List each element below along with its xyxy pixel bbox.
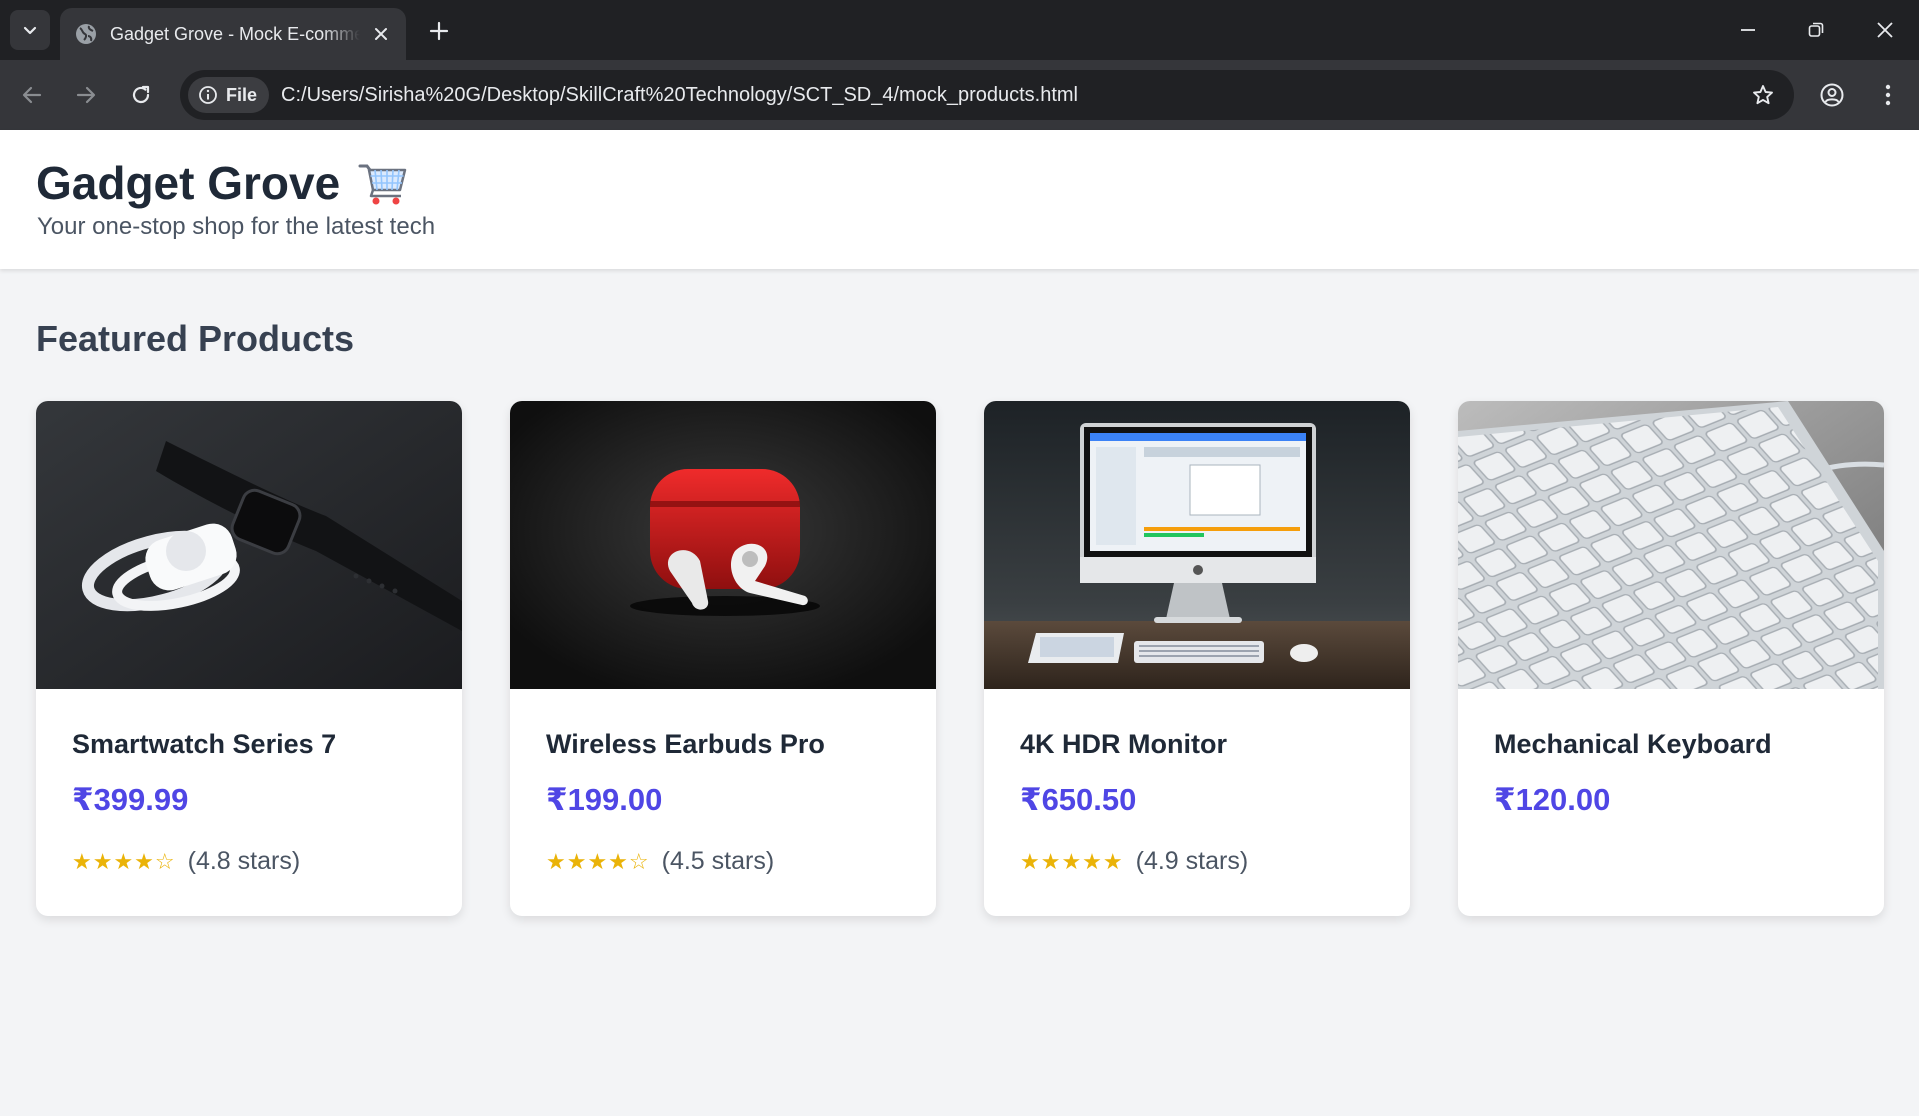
site-tagline: Your one-stop shop for the latest tech [37,213,436,240]
product-price: ₹650.50 [1020,782,1137,817]
browser-tab-bar: Gadget Grove - Mock E-commerce [0,0,1919,60]
smartwatch-photo [36,401,462,689]
site-title-text: Gadget Grove [36,157,341,209]
kebab-menu-icon [1885,84,1891,106]
rating-stars: ★★★★☆ [546,848,650,874]
chevron-down-icon [23,26,37,35]
new-tab-button[interactable] [424,16,454,46]
forward-arrow-icon [76,86,96,104]
restore-button[interactable] [1796,10,1836,50]
tab-search-button[interactable] [10,10,50,50]
minimize-icon [1741,29,1755,31]
tab-title: Gadget Grove - Mock E-commerce [110,23,360,44]
earbuds-photo [510,401,936,689]
site-header: Gadget Grove Your one-stop shop for the … [0,130,1919,269]
star-icon [1753,85,1773,105]
minimize-button[interactable] [1728,10,1768,50]
browser-toolbar: File C:/Users/Sirisha%20G/Desktop/SkillC… [0,60,1919,130]
product-rating: ★★★★☆ (4.8 stars) [72,847,300,876]
product-name: 4K HDR Monitor [1020,729,1227,759]
bookmark-button[interactable] [1746,78,1780,112]
profile-icon [1820,83,1844,107]
product-price: ₹199.00 [546,782,663,817]
product-price: ₹399.99 [72,782,189,817]
product-name: Mechanical Keyboard [1494,729,1772,759]
globe-icon [76,24,96,44]
rating-text: (4.8 stars) [187,847,301,875]
rating-text: (4.9 stars) [1135,847,1249,875]
product-card-earbuds[interactable]: Wireless Earbuds Pro ₹199.00 ★★★★☆ (4.5 … [510,401,936,916]
rating-text: (4.5 stars) [661,847,775,875]
browser-menu-button[interactable] [1870,77,1906,113]
reload-button[interactable] [123,77,159,113]
section-title: Featured Products [36,318,355,359]
address-bar[interactable]: File C:/Users/Sirisha%20G/Desktop/SkillC… [180,70,1794,120]
browser-tab-active[interactable]: Gadget Grove - Mock E-commerce [60,8,406,60]
url-text[interactable]: C:/Users/Sirisha%20G/Desktop/SkillCraft%… [281,84,1078,107]
info-icon [199,86,217,104]
product-card-monitor[interactable]: 4K HDR Monitor ₹650.50 ★★★★★ (4.9 stars) [984,401,1410,916]
rating-stars: ★★★★★ [1020,848,1124,874]
desktop-computer-photo [984,401,1410,689]
shopping-cart-icon [358,164,407,205]
product-price: ₹120.00 [1494,782,1611,817]
product-rating: ★★★★☆ (4.5 stars) [546,847,774,876]
site-title: Gadget Grove [36,156,408,210]
reload-icon [132,85,150,104]
product-name: Smartwatch Series 7 [72,729,337,759]
rating-stars: ★★★★☆ [72,848,176,874]
tab-close-button[interactable] [368,21,394,47]
site-chip-label: File [226,84,258,105]
profile-button[interactable] [1814,77,1850,113]
keyboard-photo [1458,401,1884,689]
close-window-button[interactable] [1865,10,1905,50]
close-window-icon [1877,22,1893,38]
restore-icon [1808,22,1824,37]
close-icon [375,28,387,40]
product-card-smartwatch[interactable]: Smartwatch Series 7 ₹399.99 ★★★★☆ (4.8 s… [36,401,462,916]
back-button[interactable] [14,77,50,113]
back-arrow-icon [22,86,42,104]
product-card-keyboard[interactable]: Mechanical Keyboard ₹120.00 [1458,401,1884,916]
product-rating: ★★★★★ (4.9 stars) [1020,847,1248,876]
plus-icon [429,21,449,41]
forward-button[interactable] [68,77,104,113]
product-name: Wireless Earbuds Pro [546,729,825,759]
site-info-chip[interactable]: File [188,77,270,113]
